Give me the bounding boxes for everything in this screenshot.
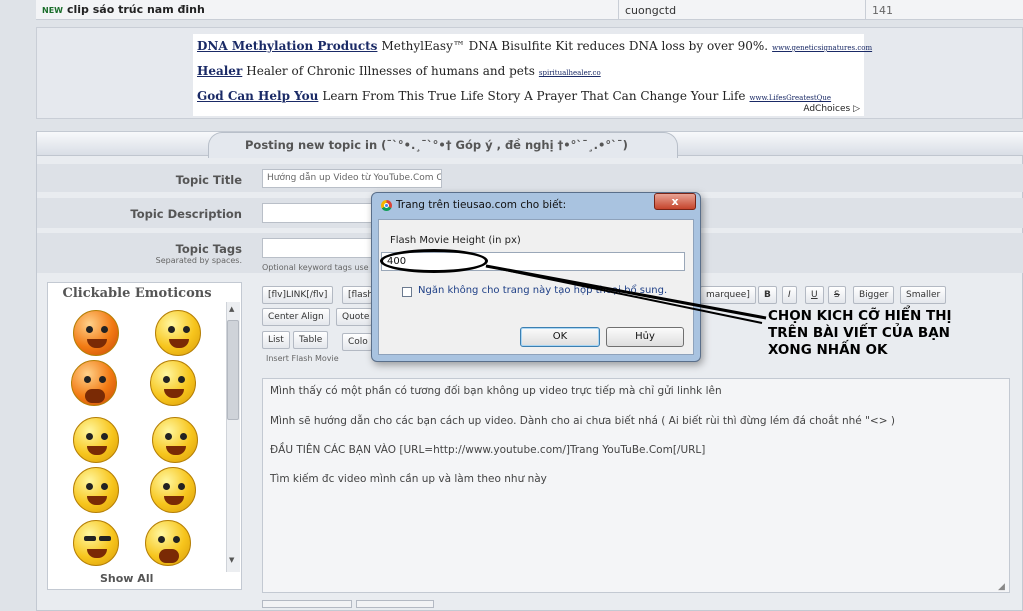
dialog-title: Trang trên tieusao.com cho biết: (396, 199, 567, 211)
emoticon-megaphone-icon[interactable] (150, 360, 196, 406)
italic-button[interactable]: I (782, 286, 797, 304)
dialog-cancel-button[interactable]: Hủy (606, 327, 684, 347)
emoticon-reading-icon[interactable] (150, 467, 196, 513)
editor-line: Mình sẽ hướng dẫn cho các bạn cách up vi… (270, 415, 895, 427)
topic-tags-label: Topic Tags (175, 242, 242, 256)
emoticon-wink-icon[interactable] (152, 417, 198, 463)
topic-author[interactable]: cuongctd (619, 0, 866, 20)
topic-title-cell[interactable]: NEW clip sáo trúc nam đinh (36, 0, 619, 20)
dialog-prompt-label: Flash Movie Height (in px) (390, 235, 521, 246)
show-all-link[interactable]: Show All (100, 572, 153, 585)
topic-title-link[interactable]: clip sáo trúc nam đinh (67, 3, 205, 16)
strike-button[interactable]: S (828, 286, 846, 304)
emoticon-laughing-icon[interactable] (145, 520, 191, 566)
topic-description-input[interactable] (262, 203, 377, 223)
emoticon-cool-icon[interactable] (73, 520, 119, 566)
editor-line: Tìm kiếm đc video mình cần up và làm the… (270, 473, 547, 485)
topic-row[interactable]: NEW clip sáo trúc nam đinh cuongctd 141 (36, 0, 1023, 20)
topic-title-label: Topic Title (175, 173, 242, 187)
emoticon-magnifier-icon[interactable] (73, 467, 119, 513)
color-select[interactable]: Colo (342, 333, 372, 351)
emoticon-angel-icon[interactable] (73, 417, 119, 463)
new-badge: NEW (42, 6, 63, 15)
emoticon-crying-icon[interactable] (155, 310, 201, 356)
list-button[interactable]: List (262, 331, 290, 349)
preview-button[interactable] (356, 600, 434, 608)
topic-title-input[interactable]: Hướng dẫn up Video từ YouTube.Com Cho ME… (262, 169, 442, 188)
scroll-down-arrow-icon[interactable]: ▼ (229, 556, 234, 564)
adchoices-link[interactable]: AdChoices ▷ (803, 104, 860, 114)
suppress-dialogs-checkbox[interactable] (402, 287, 412, 297)
flv-link-button[interactable]: [flv]LINK[/flv] (262, 286, 334, 304)
center-align-button[interactable]: Center Align (262, 308, 330, 326)
topic-description-label: Topic Description (130, 207, 242, 221)
smaller-button[interactable]: Smaller (900, 286, 947, 304)
editor-line: Mình thấy có một phần có tương đối bạn k… (270, 385, 722, 397)
bold-button[interactable]: B (758, 286, 777, 304)
emoticon-angry-icon[interactable] (73, 310, 119, 356)
form-header-title: Posting new topic in (¯`°•.¸¯`°•† Góp ý … (245, 138, 628, 152)
post-editor[interactable]: Mình thấy có một phần có tương đối bạn k… (262, 378, 1010, 593)
resize-grip-icon[interactable]: ◢ (998, 582, 1005, 592)
topic-tags-sublabel: Separated by spaces. (155, 256, 242, 265)
emoticons-title: Clickable Emoticons (62, 286, 212, 301)
ad-line-3[interactable]: God Can Help You Learn From This True Lif… (197, 89, 831, 103)
suppress-dialogs-label: Ngăn không cho trang này tạo hộp thoại b… (418, 285, 668, 296)
topic-tags-hint: Optional keyword tags use (262, 263, 369, 272)
submit-button[interactable] (262, 600, 352, 608)
annotation-note: CHỌN KICH CỠ HIỂN THỊ TRÊN BÀI VIẾT CỦA … (768, 308, 952, 358)
dialog-ok-button[interactable]: OK (520, 327, 600, 347)
scroll-up-arrow-icon[interactable]: ▲ (229, 305, 234, 313)
ad-line-2[interactable]: Healer Healer of Chronic Illnesses of hum… (197, 64, 601, 78)
underline-button[interactable]: U (805, 286, 824, 304)
toolbar-hint: Insert Flash Movie (266, 354, 339, 363)
flash-button[interactable]: [flash (342, 286, 372, 304)
topic-count: 141 (872, 4, 893, 17)
emoticons-scroll-thumb[interactable] (227, 320, 239, 420)
editor-line: ĐẦU TIÊN CÁC BẠN VÀO [URL=http://www.you… (270, 444, 706, 456)
ad-box: DNA Methylation Products MethylEasy™ DNA … (193, 34, 872, 116)
emoticon-shouting-icon[interactable] (71, 360, 117, 406)
marquee-button[interactable]: marquee] (700, 286, 756, 304)
dialog-close-button[interactable]: x (654, 193, 696, 210)
chrome-logo-icon (381, 200, 392, 211)
annotation-circle (380, 249, 488, 273)
topic-tags-input[interactable] (262, 238, 377, 258)
quote-button[interactable]: Quote (336, 308, 372, 326)
table-button[interactable]: Table (293, 331, 329, 349)
ad-line-1[interactable]: DNA Methylation Products MethylEasy™ DNA … (197, 39, 872, 53)
bigger-button[interactable]: Bigger (853, 286, 895, 304)
